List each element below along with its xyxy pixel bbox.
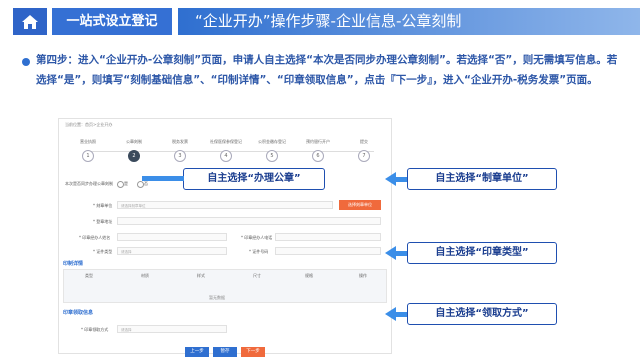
form-screenshot: 当前位置：首页>企业开办 营业执照 1 公章刻制 2 税务发票 3 社保医保参保登记 4… (58, 118, 392, 357)
step-1[interactable]: 营业执照 1 (71, 139, 105, 162)
select-unit-button[interactable]: 选择刻章单位 (339, 200, 381, 210)
step-6[interactable]: 预约银行开户 6 (301, 139, 335, 162)
home-button[interactable] (13, 8, 47, 35)
th-size: 尺寸 (253, 273, 261, 278)
radio-yes-label: 是 (124, 181, 128, 186)
sync-question-label: 本次是否同步办理公章刻制 (65, 181, 113, 186)
callout-pickup-method: 自主选择“领取方式” (407, 303, 557, 325)
callout-handle-seal: 自主选择“办理公章” (183, 168, 325, 190)
home-icon (22, 14, 38, 29)
step-2[interactable]: 公章刻制 2 (117, 139, 151, 162)
th-material: 材质 (141, 273, 149, 278)
th-spec: 规格 (305, 273, 313, 278)
radio-yes[interactable] (117, 181, 124, 188)
step-7[interactable]: 提交 7 (347, 139, 381, 162)
th-action: 操作 (359, 273, 367, 278)
callout-4-connector (395, 312, 407, 317)
contact-phone-label: * 印章经办人电话 (241, 235, 273, 240)
unit-label: * 刻章单位 (93, 203, 113, 208)
pickup-label: * 印章领取方式 (81, 327, 109, 332)
unit-input[interactable]: 请选择刻章单位 (117, 201, 333, 209)
step-5[interactable]: 公积金缴存登记 5 (255, 139, 289, 162)
table-empty: 暂无数据 (209, 295, 225, 300)
th-type: 类型 (85, 273, 93, 278)
id-type-label: * 证件类型 (93, 249, 113, 254)
radio-no[interactable] (137, 181, 144, 188)
callout-seal-unit: 自主选择“制章单位” (407, 168, 557, 190)
detail-table (63, 269, 387, 303)
id-no-input[interactable] (275, 247, 381, 255)
header: 一站式设立登记 “企业开办”操作步骤-企业信息-公章刻制 (0, 0, 640, 40)
step-4[interactable]: 社保医保参保登记 4 (209, 139, 243, 162)
radio-no-label: 否 (144, 181, 148, 186)
callout-2-connector (395, 177, 407, 182)
callout-3-connector (395, 251, 407, 256)
bullet-icon (22, 58, 30, 66)
instruction-text: 第四步：进入“企业开办-公章刻制”页面，申请人自主选择“本次是否同步办理公章刻制… (36, 54, 618, 86)
id-type-select[interactable]: 请选择 (117, 247, 227, 255)
contact-input[interactable] (117, 233, 227, 241)
pickup-select[interactable]: 请选择 (117, 325, 227, 333)
id-no-label: * 证件号码 (249, 249, 269, 254)
breadcrumb: 当前位置：首页>企业开办 (65, 122, 113, 127)
page-title: “企业开办”操作步骤-企业信息-公章刻制 (195, 12, 462, 30)
save-button[interactable]: 暂存 (213, 347, 237, 357)
section-pickup: 印章领取信息 (63, 310, 94, 316)
address-label: * 登章地址 (93, 219, 113, 224)
nav-label[interactable]: 一站式设立登记 (52, 8, 172, 35)
prev-button[interactable]: 上一步 (185, 347, 209, 357)
next-button[interactable]: 下一步 (241, 347, 265, 357)
contact-label: * 印章经办人姓名 (79, 235, 111, 240)
section-detail: 印制详情 (63, 261, 84, 267)
contact-phone-input[interactable] (275, 233, 381, 241)
callout-seal-type: 自主选择“印章类型” (407, 242, 557, 264)
callout-1-connector (142, 176, 184, 181)
address-input[interactable] (117, 217, 381, 225)
th-style: 样式 (197, 273, 205, 278)
step-3[interactable]: 税务发票 3 (163, 139, 197, 162)
